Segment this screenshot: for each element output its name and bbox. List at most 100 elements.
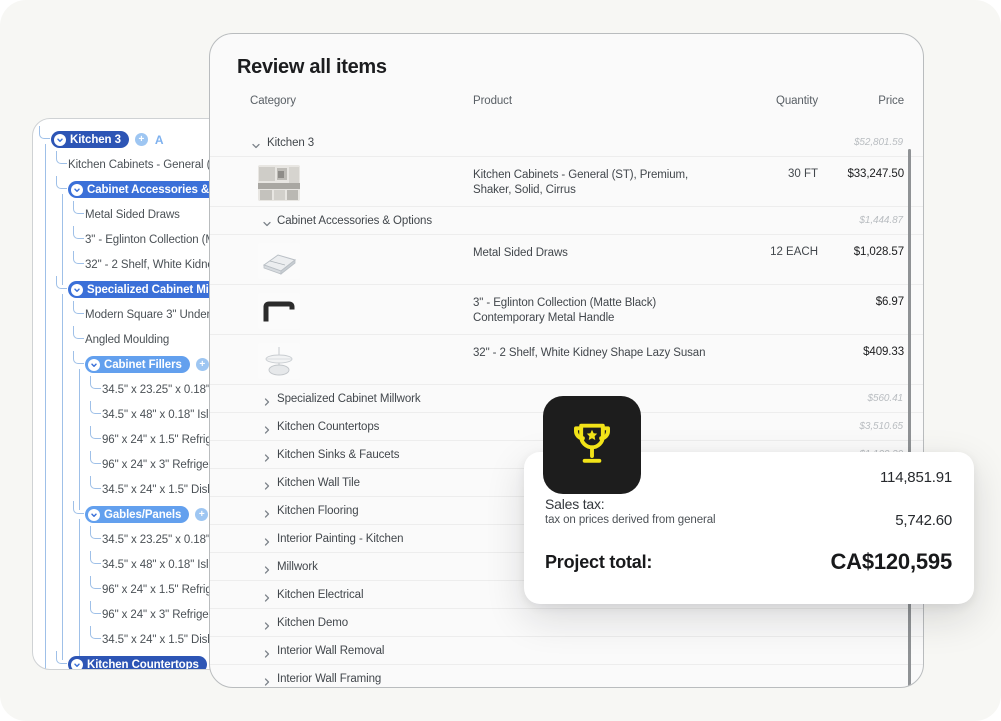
category-name: Interior Wall Framing <box>277 673 382 685</box>
tree-group-label: Kitchen Countertops <box>87 658 199 670</box>
assembly-tag-icon[interactable]: A <box>155 133 164 147</box>
chevron-down-icon[interactable] <box>250 139 262 151</box>
product-price: $6.97 <box>875 296 904 308</box>
product-thumbnail <box>258 293 300 329</box>
tree-leaf-label: 34.5" x 23.25" x 0.18" Lo <box>102 383 226 396</box>
product-name: 32" - 2 Shelf, White Kidney Shape Lazy S… <box>473 347 706 359</box>
product-row[interactable]: Metal Sided Draws 12 EACH $1,028.57 <box>210 235 923 285</box>
chevron-down-icon[interactable] <box>71 183 83 196</box>
chevron-down-icon[interactable] <box>261 217 273 229</box>
category-name: Millwork <box>277 561 318 573</box>
category-price: $1,444.87 <box>859 215 903 226</box>
product-thumbnail <box>258 343 300 379</box>
sales-tax-row: Sales tax: tax on prices derived from ge… <box>545 496 952 530</box>
table-header-row: Category Product Quantity Price <box>210 95 923 123</box>
tree-group-pill[interactable]: Gables/Panels <box>85 506 190 523</box>
category-price: $560.41 <box>867 393 904 404</box>
product-price: $409.33 <box>863 346 904 358</box>
add-item-button[interactable]: + <box>134 133 148 146</box>
category-price: $3,510.65 <box>859 421 903 432</box>
product-row[interactable]: 32" - 2 Shelf, White Kidney Shape Lazy S… <box>210 335 923 385</box>
category-name: Cabinet Accessories & Options <box>277 215 432 227</box>
project-totals-card: 114,851.91 Sales tax: tax on prices deri… <box>524 396 974 604</box>
tree-group-pill[interactable]: Kitchen 3 <box>51 131 129 148</box>
project-total-label: Project total: <box>545 552 653 572</box>
chevron-right-icon[interactable] <box>261 451 273 463</box>
product-price: $1,028.57 <box>853 246 904 258</box>
category-name: Kitchen Wall Tile <box>277 477 360 489</box>
chevron-down-icon[interactable] <box>54 133 66 146</box>
category-group-row[interactable]: Interior Wall Framing <box>210 665 923 687</box>
tree-group-pill[interactable]: Kitchen Countertops <box>68 656 207 670</box>
sales-tax-label: Sales tax: <box>545 496 605 512</box>
category-name: Kitchen Sinks & Faucets <box>277 449 400 461</box>
chevron-right-icon[interactable] <box>261 395 273 407</box>
product-row[interactable]: Kitchen Cabinets - General (ST), Premium… <box>210 157 923 207</box>
product-quantity: 30 FT <box>787 168 818 180</box>
subtotal-value: 114,851.91 <box>880 469 952 486</box>
category-name: Specialized Cabinet Millwork <box>277 393 421 405</box>
tree-group-label: Gables/Panels <box>104 508 182 521</box>
category-name: Interior Painting - Kitchen <box>277 533 404 545</box>
tree-group-label: Kitchen 3 <box>70 133 121 146</box>
tree-leaf-label: 3" - Eglinton Collection (M <box>85 233 215 246</box>
tree-leaf-label: Kitchen Cabinets - General ( <box>68 158 211 171</box>
category-name: Kitchen 3 <box>267 137 315 149</box>
product-row[interactable]: 3" - Eglinton Collection (Matte Black) C… <box>210 285 923 335</box>
product-name: 3" - Eglinton Collection (Matte Black) C… <box>473 297 657 324</box>
tree-leaf-label: 96" x 24" x 3" Refrigerat <box>102 458 222 471</box>
tree-leaf-label: 34.5" x 23.25" x 0.18" Lo <box>102 533 226 546</box>
sales-tax-value: 5,742.60 <box>895 512 952 529</box>
tree-leaf-label: Metal Sided Draws <box>85 208 180 221</box>
vertical-scrollbar[interactable] <box>908 149 911 687</box>
product-price: $33,247.50 <box>847 168 904 180</box>
add-item-button[interactable]: + <box>195 358 209 371</box>
category-group-row[interactable]: Interior Wall Removal <box>210 637 923 665</box>
category-group-row[interactable]: Kitchen 3 $52,801.59 <box>210 129 923 157</box>
category-group-row[interactable]: Cabinet Accessories & Options $1,444.87 <box>210 207 923 235</box>
product-name: Metal Sided Draws <box>473 247 568 259</box>
chevron-right-icon[interactable] <box>261 563 273 575</box>
product-quantity: 12 EACH <box>770 246 818 258</box>
scrollbar-thumb[interactable] <box>908 149 911 687</box>
app-root: Kitchen 3 + A Kitchen Cabinets - General ( C… <box>0 0 1001 721</box>
chevron-down-icon[interactable] <box>88 508 100 521</box>
product-thumbnail <box>258 243 300 279</box>
chevron-down-icon[interactable] <box>71 283 83 296</box>
project-total-row: Project total: CA$120,595 <box>545 549 952 582</box>
chevron-right-icon[interactable] <box>261 423 273 435</box>
tree-group-pill[interactable]: Cabinet Fillers <box>85 356 190 373</box>
page-title: Review all items <box>237 56 387 78</box>
column-header-price: Price <box>878 95 904 107</box>
tree-leaf-label: Modern Square 3" Under C <box>85 308 222 321</box>
chevron-right-icon[interactable] <box>261 535 273 547</box>
column-header-quantity: Quantity <box>775 95 818 107</box>
tree-leaf-label: Angled Moulding <box>85 333 170 346</box>
column-header-product: Product <box>473 95 512 107</box>
chevron-right-icon[interactable] <box>261 619 273 631</box>
chevron-right-icon[interactable] <box>261 675 273 687</box>
category-name: Kitchen Demo <box>277 617 349 629</box>
tree-leaf-label: 96" x 24" x 3" Refrigerat <box>102 608 222 621</box>
chevron-right-icon[interactable] <box>261 591 273 603</box>
chevron-right-icon[interactable] <box>261 647 273 659</box>
category-name: Kitchen Countertops <box>277 421 380 433</box>
trophy-icon <box>566 417 618 474</box>
tree-leaf-label: 32" - 2 Shelf, White Kidney <box>85 258 220 271</box>
chevron-down-icon[interactable] <box>71 658 83 669</box>
subtotal-row: 114,851.91 <box>545 467 952 493</box>
product-name: Kitchen Cabinets - General (ST), Premium… <box>473 169 689 196</box>
tree-group-label: Cabinet Fillers <box>104 358 182 371</box>
category-group-row[interactable]: Kitchen Demo <box>210 609 923 637</box>
chevron-right-icon[interactable] <box>261 479 273 491</box>
project-total-value: CA$120,595 <box>830 549 952 574</box>
sales-tax-description: tax on prices derived from general <box>545 514 716 526</box>
chevron-down-icon[interactable] <box>88 358 100 371</box>
category-price: $52,801.59 <box>853 137 903 148</box>
product-thumbnail <box>258 165 300 201</box>
category-name: Interior Wall Removal <box>277 645 385 657</box>
chevron-right-icon[interactable] <box>261 507 273 519</box>
category-name: Kitchen Flooring <box>277 505 359 517</box>
category-name: Kitchen Electrical <box>277 589 364 601</box>
add-item-button[interactable]: + <box>195 508 209 521</box>
